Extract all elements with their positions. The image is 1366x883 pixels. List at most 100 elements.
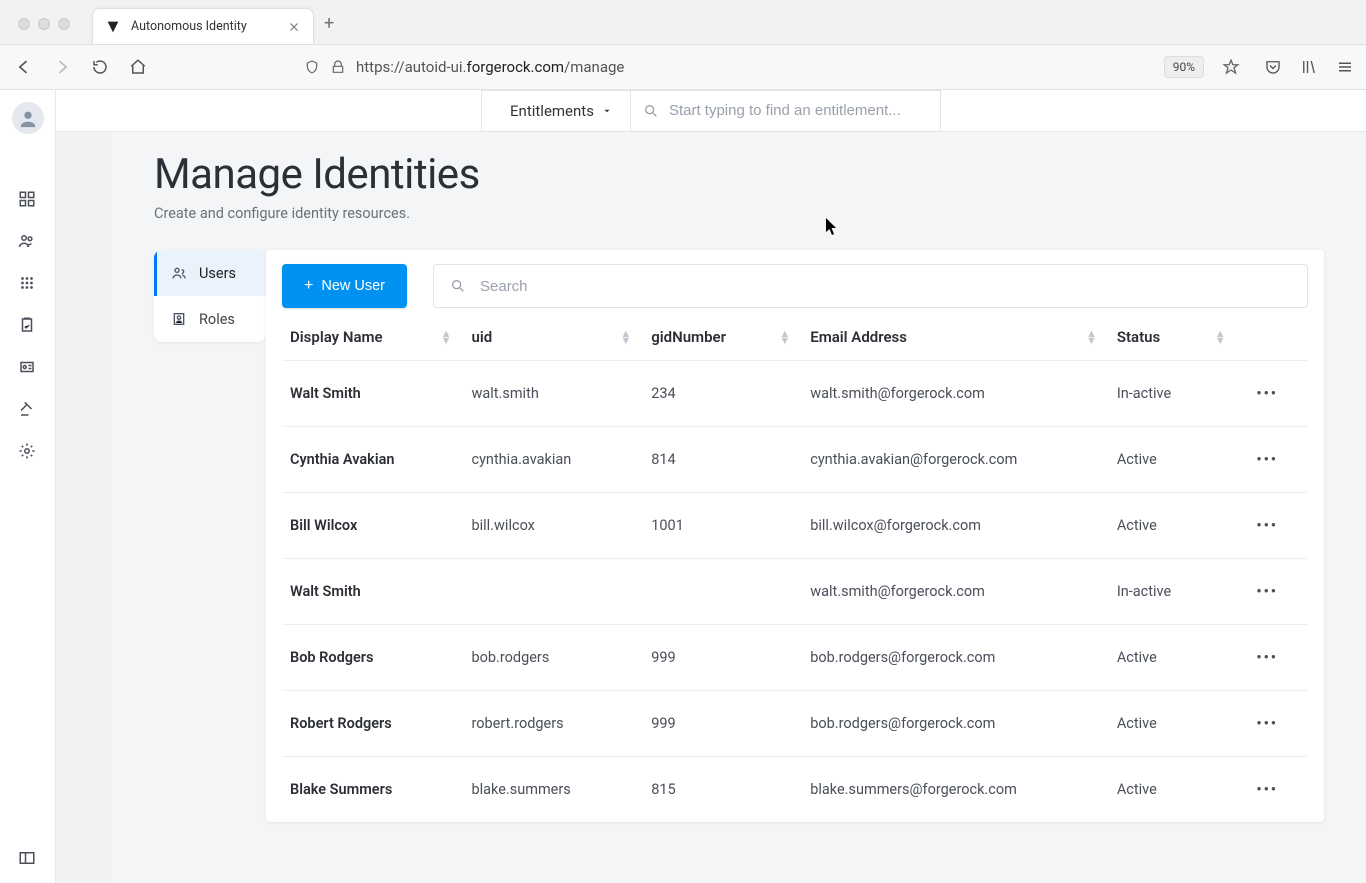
dropdown-label: Entitlements: [510, 102, 594, 120]
cell-status: Active: [1111, 691, 1240, 757]
cell-display-name: Walt Smith: [282, 559, 465, 625]
cell-display-name: Bill Wilcox: [282, 493, 465, 559]
cell-status: Active: [1111, 757, 1240, 823]
clipboard-icon[interactable]: [18, 316, 38, 336]
col-status[interactable]: Status: [1117, 328, 1160, 346]
users-card: + New User Display Name ▲▼ uid ▲▼ gidNumbe…: [266, 250, 1324, 822]
row-actions-menu[interactable]: •••: [1240, 559, 1308, 625]
col-gid[interactable]: gidNumber: [651, 328, 726, 346]
url-bar[interactable]: https://autoid-ui.forgerock.com/manage 9…: [164, 50, 1250, 84]
entitlement-search-input[interactable]: [669, 102, 928, 119]
apps-grid-icon[interactable]: [18, 274, 38, 294]
back-button[interactable]: [12, 55, 36, 79]
page-title: Manage Identities: [154, 150, 1324, 199]
sort-icon[interactable]: ▲▼: [1086, 330, 1097, 344]
badge-icon[interactable]: [18, 358, 38, 378]
bookmark-star-icon[interactable]: [1222, 58, 1240, 76]
cell-gid: 815: [645, 757, 804, 823]
cell-display-name: Blake Summers: [282, 757, 465, 823]
table-row[interactable]: Walt Smithwalt.smith234walt.smith@forger…: [282, 361, 1308, 427]
cell-gid: 814: [645, 427, 804, 493]
cell-status: Active: [1111, 493, 1240, 559]
table-row[interactable]: Cynthia Avakiancynthia.avakian814cynthia…: [282, 427, 1308, 493]
browser-tab[interactable]: Autonomous Identity: [92, 8, 314, 44]
cell-uid: bob.rodgers: [465, 625, 645, 691]
row-actions-menu[interactable]: •••: [1240, 757, 1308, 823]
window-minimize[interactable]: [38, 18, 50, 30]
cell-email: walt.smith@forgerock.com: [804, 559, 1111, 625]
new-user-button[interactable]: + New User: [282, 264, 407, 308]
row-actions-menu[interactable]: •••: [1240, 691, 1308, 757]
cell-email: bob.rodgers@forgerock.com: [804, 691, 1111, 757]
col-display-name[interactable]: Display Name: [290, 328, 383, 346]
search-icon: [643, 103, 659, 119]
tab-favicon-icon: [105, 19, 121, 35]
cell-gid: 1001: [645, 493, 804, 559]
dashboard-icon[interactable]: [18, 190, 38, 210]
col-email[interactable]: Email Address: [810, 328, 907, 346]
cell-uid: bill.wilcox: [465, 493, 645, 559]
table-row[interactable]: Walt Smith walt.smith@forgerock.comIn-act…: [282, 559, 1308, 625]
cell-display-name: Cynthia Avakian: [282, 427, 465, 493]
reload-button[interactable]: [88, 55, 112, 79]
browser-toolbar: https://autoid-ui.forgerock.com/manage 9…: [0, 45, 1366, 90]
settings-gear-icon[interactable]: [18, 442, 38, 462]
cell-email: cynthia.avakian@forgerock.com: [804, 427, 1111, 493]
table-row[interactable]: Blake Summersblake.summers815blake.summe…: [282, 757, 1308, 823]
new-tab-button[interactable]: +: [324, 13, 334, 44]
gavel-icon[interactable]: [18, 400, 38, 420]
library-icon[interactable]: [1300, 58, 1318, 76]
forward-button[interactable]: [50, 55, 74, 79]
window-controls: [0, 18, 86, 44]
window-close[interactable]: [18, 18, 30, 30]
cell-uid: robert.rodgers: [465, 691, 645, 757]
sort-icon[interactable]: ▲▼: [1215, 330, 1226, 344]
row-actions-menu[interactable]: •••: [1240, 625, 1308, 691]
cell-email: bill.wilcox@forgerock.com: [804, 493, 1111, 559]
new-user-label: New User: [321, 278, 385, 294]
cell-status: Active: [1111, 427, 1240, 493]
cell-email: bob.rodgers@forgerock.com: [804, 625, 1111, 691]
cell-status: In-active: [1111, 559, 1240, 625]
zoom-indicator[interactable]: 90%: [1164, 56, 1204, 78]
url-text: https://autoid-ui.forgerock.com/manage: [356, 58, 1154, 76]
plus-icon: +: [304, 278, 313, 294]
table-search[interactable]: [433, 264, 1308, 308]
cell-gid: 999: [645, 691, 804, 757]
sort-icon[interactable]: ▲▼: [620, 330, 631, 344]
cell-status: In-active: [1111, 361, 1240, 427]
table-row[interactable]: Bob Rodgersbob.rodgers999bob.rodgers@for…: [282, 625, 1308, 691]
table-row[interactable]: Bill Wilcoxbill.wilcox1001bill.wilcox@fo…: [282, 493, 1308, 559]
main-content: Manage Identities Create and configure i…: [112, 90, 1366, 883]
hamburger-menu-icon[interactable]: [1336, 58, 1354, 76]
tab-roles[interactable]: Roles: [154, 296, 266, 342]
cell-uid: [465, 559, 645, 625]
row-actions-menu[interactable]: •••: [1240, 493, 1308, 559]
entitlement-search[interactable]: [631, 90, 941, 132]
cell-gid: [645, 559, 804, 625]
profile-avatar[interactable]: [12, 102, 44, 134]
identities-icon[interactable]: [18, 232, 38, 252]
sort-icon[interactable]: ▲▼: [441, 330, 452, 344]
cell-display-name: Robert Rodgers: [282, 691, 465, 757]
shield-icon[interactable]: [304, 59, 320, 75]
table-row[interactable]: Robert Rodgersrobert.rodgers999bob.rodge…: [282, 691, 1308, 757]
entitlements-dropdown[interactable]: Entitlements: [481, 90, 631, 132]
tab-users[interactable]: Users: [154, 250, 266, 296]
users-table: Display Name ▲▼ uid ▲▼ gidNumber ▲▼ Email A…: [282, 314, 1308, 822]
row-actions-menu[interactable]: •••: [1240, 361, 1308, 427]
panel-toggle-icon[interactable]: [18, 849, 38, 869]
chevron-down-icon: [602, 106, 612, 116]
table-search-input[interactable]: [480, 278, 1291, 295]
browser-tab-strip: Autonomous Identity +: [0, 0, 1366, 45]
row-actions-menu[interactable]: •••: [1240, 427, 1308, 493]
home-button[interactable]: [126, 55, 150, 79]
pocket-icon[interactable]: [1264, 58, 1282, 76]
sort-icon[interactable]: ▲▼: [779, 330, 790, 344]
search-icon: [450, 278, 466, 294]
col-uid[interactable]: uid: [471, 328, 492, 346]
close-icon[interactable]: [287, 20, 301, 34]
window-maximize[interactable]: [58, 18, 70, 30]
lock-icon[interactable]: [330, 59, 346, 75]
cell-uid: walt.smith: [465, 361, 645, 427]
